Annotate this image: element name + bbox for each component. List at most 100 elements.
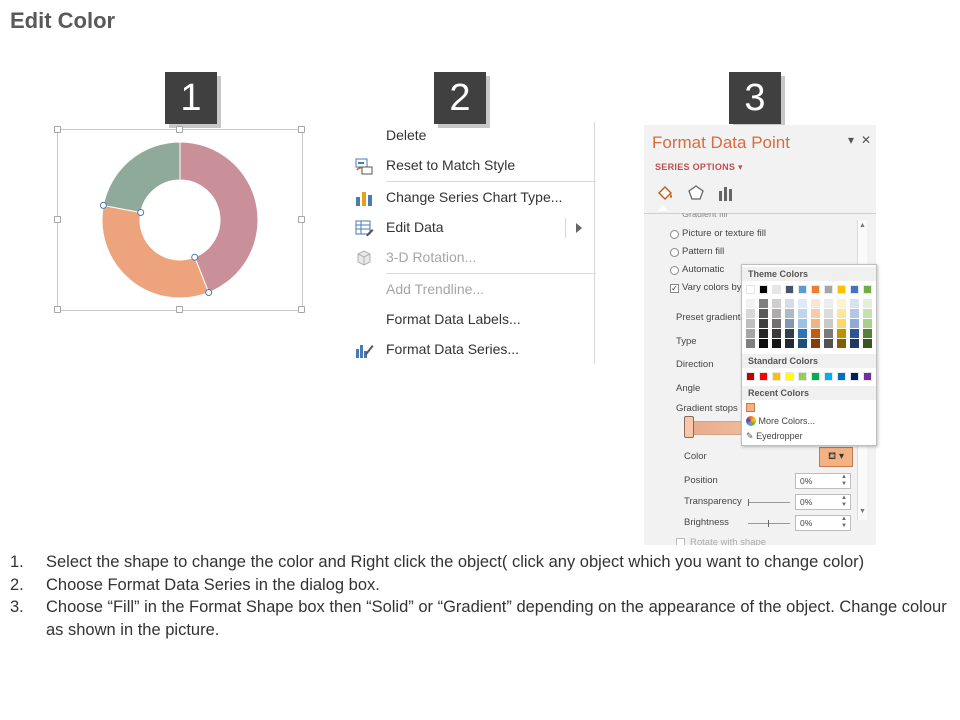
color-swatch[interactable] — [850, 309, 859, 318]
color-swatch[interactable] — [811, 319, 820, 328]
color-swatch[interactable] — [837, 299, 846, 308]
color-swatch[interactable] — [759, 285, 768, 294]
color-swatch[interactable] — [863, 299, 872, 308]
color-swatch[interactable] — [798, 319, 807, 328]
donut-slice[interactable] — [102, 141, 181, 214]
color-swatch[interactable] — [746, 299, 755, 308]
color-swatch[interactable] — [785, 339, 794, 348]
color-swatch[interactable] — [824, 319, 833, 328]
color-swatch[interactable] — [811, 339, 820, 348]
color-swatch[interactable] — [772, 299, 781, 308]
color-swatch[interactable] — [746, 339, 755, 348]
more-colors-item[interactable]: More Colors... — [746, 416, 815, 426]
series-options-dropdown[interactable]: SERIES OPTIONS ▾ — [655, 162, 743, 173]
color-swatch[interactable] — [811, 372, 820, 381]
menu-item-format-data-labels[interactable]: Format Data Labels... — [348, 306, 596, 334]
scroll-up-icon[interactable]: ▲ — [859, 222, 866, 229]
color-swatch[interactable] — [759, 319, 768, 328]
color-swatch[interactable] — [772, 319, 781, 328]
color-swatch[interactable] — [785, 372, 794, 381]
color-swatch[interactable] — [837, 329, 846, 338]
color-swatch[interactable] — [863, 319, 872, 328]
color-swatch[interactable] — [759, 329, 768, 338]
radio-pattern-fill[interactable] — [670, 248, 679, 257]
color-swatch[interactable] — [798, 329, 807, 338]
submenu-arrow-icon[interactable] — [576, 223, 582, 233]
color-swatch[interactable] — [785, 285, 794, 294]
color-swatch[interactable] — [759, 372, 768, 381]
color-swatch[interactable] — [785, 309, 794, 318]
color-swatch[interactable] — [837, 309, 846, 318]
color-swatch[interactable] — [824, 285, 833, 294]
color-swatch[interactable] — [837, 319, 846, 328]
color-swatch[interactable] — [772, 329, 781, 338]
menu-item-3d-rotation[interactable]: 3-D Rotation... — [348, 244, 596, 272]
transparency-slider-thumb[interactable] — [748, 499, 749, 506]
eyedropper-item[interactable]: ✎ Eyedropper — [746, 431, 803, 442]
chart-area[interactable] — [54, 126, 305, 313]
color-swatch[interactable] — [746, 285, 755, 294]
spin-arrows-icon[interactable]: ▲ ▼ — [841, 495, 847, 509]
color-swatch[interactable] — [759, 299, 768, 308]
color-swatch[interactable] — [798, 285, 807, 294]
slice-selection-handle[interactable] — [137, 209, 145, 217]
color-swatch[interactable] — [785, 299, 794, 308]
color-swatch[interactable] — [811, 329, 820, 338]
color-swatch[interactable] — [798, 339, 807, 348]
spin-arrows-icon[interactable]: ▲ ▼ — [841, 474, 847, 488]
color-swatch[interactable] — [824, 372, 833, 381]
color-swatch[interactable] — [863, 329, 872, 338]
menu-item-format-data-series[interactable]: Format Data Series... — [348, 336, 596, 364]
color-swatch[interactable] — [850, 299, 859, 308]
color-swatch[interactable] — [837, 285, 846, 294]
color-swatch[interactable] — [837, 339, 846, 348]
color-swatch[interactable] — [850, 339, 859, 348]
color-swatch[interactable] — [863, 309, 872, 318]
menu-item-edit-data[interactable]: Edit Data — [348, 214, 596, 242]
color-swatch[interactable] — [746, 319, 755, 328]
color-swatch[interactable] — [798, 309, 807, 318]
color-swatch[interactable] — [772, 285, 781, 294]
color-swatch[interactable] — [824, 339, 833, 348]
color-swatch[interactable] — [824, 329, 833, 338]
transparency-input[interactable]: 0% ▲ ▼ — [795, 494, 851, 510]
brightness-slider-thumb[interactable] — [768, 520, 769, 527]
color-swatch[interactable] — [850, 329, 859, 338]
color-swatch[interactable] — [746, 372, 755, 381]
color-swatch[interactable] — [759, 309, 768, 318]
menu-item-delete[interactable]: Delete — [348, 122, 596, 150]
spin-arrows-icon[interactable]: ▲ ▼ — [841, 516, 847, 530]
position-input[interactable]: 0% ▲ ▼ — [795, 473, 851, 489]
slice-selection-handle[interactable] — [205, 289, 213, 297]
color-swatch[interactable] — [850, 285, 859, 294]
color-swatch[interactable] — [850, 372, 859, 381]
rotate-with-shape-checkbox[interactable] — [676, 538, 685, 545]
color-swatch[interactable] — [798, 372, 807, 381]
donut-chart[interactable] — [58, 130, 302, 310]
color-swatch[interactable] — [863, 372, 872, 381]
color-swatch[interactable] — [785, 319, 794, 328]
brightness-input[interactable]: 0% ▲ ▼ — [795, 515, 851, 531]
color-swatch[interactable] — [850, 319, 859, 328]
menu-item-reset-style[interactable]: Reset to Match Style — [348, 152, 596, 180]
color-swatch[interactable] — [824, 309, 833, 318]
scroll-down-icon[interactable]: ▼ — [859, 508, 866, 515]
color-swatch[interactable] — [811, 299, 820, 308]
gradient-stop-handle[interactable] — [684, 416, 694, 438]
color-swatch[interactable] — [811, 285, 820, 294]
pentagon-icon[interactable] — [686, 183, 706, 203]
donut-slice[interactable] — [101, 204, 210, 299]
color-picker-button[interactable]: ⛾ ▾ — [819, 447, 853, 467]
series-options-icon[interactable] — [716, 183, 736, 203]
color-swatch[interactable] — [863, 339, 872, 348]
pane-options-icon[interactable]: ▾ — [848, 133, 854, 147]
color-swatch[interactable] — [772, 339, 781, 348]
color-swatch[interactable] — [772, 372, 781, 381]
color-swatch[interactable] — [798, 299, 807, 308]
close-icon[interactable]: ✕ — [861, 133, 871, 147]
menu-item-add-trendline[interactable]: Add Trendline... — [348, 276, 596, 304]
color-swatch[interactable] — [746, 403, 755, 412]
vary-colors-checkbox[interactable]: ✓ — [670, 284, 679, 293]
brightness-slider[interactable] — [748, 523, 790, 524]
color-swatch[interactable] — [811, 309, 820, 318]
